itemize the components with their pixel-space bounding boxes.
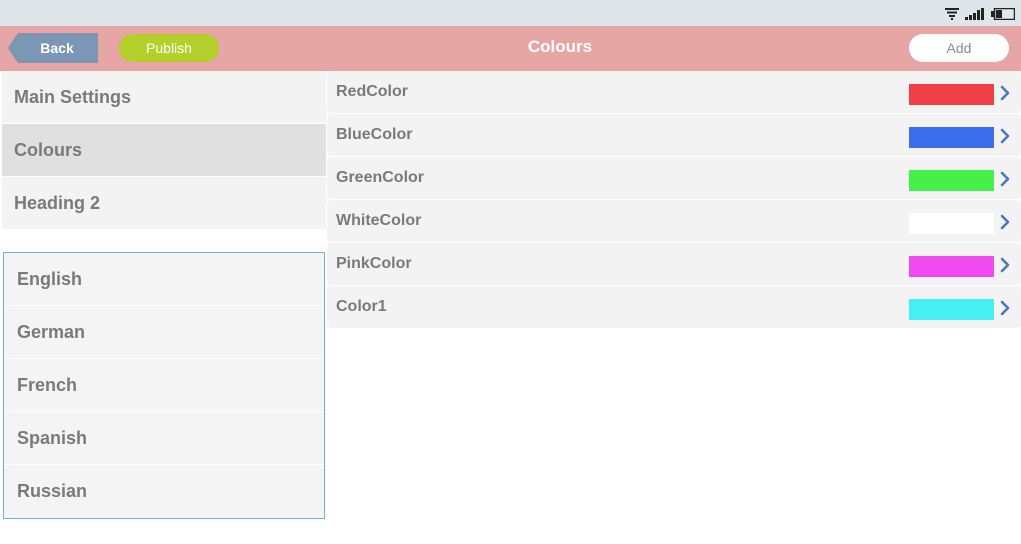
- chevron-right-icon[interactable]: [999, 257, 1011, 273]
- color-swatch: [909, 170, 994, 191]
- color-row-pink[interactable]: PinkColor: [327, 243, 1021, 285]
- battery-icon: [991, 8, 1015, 20]
- publish-button[interactable]: Publish: [119, 34, 219, 62]
- color-swatch: [909, 256, 994, 277]
- nav-item-heading-2[interactable]: Heading 2: [2, 177, 326, 230]
- chevron-right-icon[interactable]: [999, 171, 1011, 187]
- color-swatch: [909, 299, 994, 320]
- color-name: BlueColor: [336, 126, 413, 143]
- color-row-blue[interactable]: BlueColor: [327, 114, 1021, 156]
- color-row-color1[interactable]: Color1: [327, 286, 1021, 328]
- wifi-icon: [945, 8, 959, 20]
- color-row-green[interactable]: GreenColor: [327, 157, 1021, 199]
- signal-icon: [965, 8, 984, 20]
- chevron-right-icon[interactable]: [999, 85, 1011, 101]
- nav-item-main-settings[interactable]: Main Settings: [2, 71, 326, 124]
- chevron-right-icon[interactable]: [999, 300, 1011, 316]
- status-icons: [945, 6, 1015, 20]
- language-item-german[interactable]: German: [4, 306, 324, 359]
- chevron-right-icon[interactable]: [999, 128, 1011, 144]
- color-swatch: [909, 127, 994, 148]
- settings-nav: Main Settings Colours Heading 2: [2, 71, 326, 230]
- add-button[interactable]: Add: [909, 34, 1009, 62]
- color-swatch: [909, 84, 994, 105]
- color-name: WhiteColor: [336, 212, 422, 229]
- top-bar: Back Publish Colours Add: [0, 26, 1021, 71]
- status-bar: [0, 0, 1021, 26]
- color-name: PinkColor: [336, 255, 412, 272]
- color-list: RedColor BlueColor GreenColor WhiteColor…: [327, 71, 1021, 329]
- chevron-right-icon[interactable]: [999, 214, 1011, 230]
- color-row-white[interactable]: WhiteColor: [327, 200, 1021, 242]
- color-name: Color1: [336, 298, 387, 315]
- nav-item-colours[interactable]: Colours: [2, 124, 326, 177]
- language-item-french[interactable]: French: [4, 359, 324, 412]
- page-title: Colours: [527, 37, 593, 56]
- color-name: GreenColor: [336, 169, 425, 186]
- color-swatch: [909, 213, 994, 234]
- language-item-spanish[interactable]: Spanish: [4, 412, 324, 465]
- color-row-red[interactable]: RedColor: [327, 71, 1021, 113]
- language-list: English German French Spanish Russian: [3, 252, 325, 519]
- color-name: RedColor: [336, 83, 408, 100]
- language-item-english[interactable]: English: [4, 253, 324, 306]
- back-button[interactable]: Back: [8, 33, 98, 63]
- language-item-russian[interactable]: Russian: [4, 465, 324, 518]
